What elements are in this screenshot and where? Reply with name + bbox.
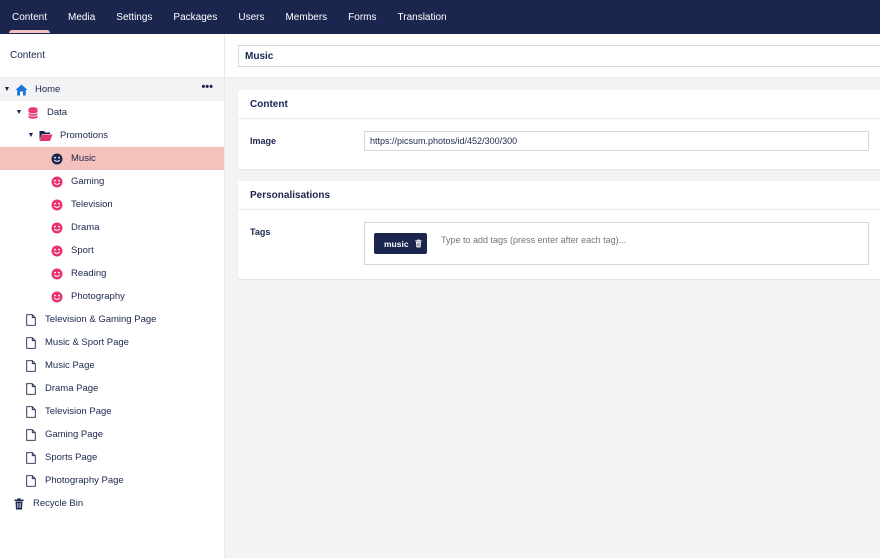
tree-node-page[interactable]: Television Page [0,400,224,423]
tree-node-page[interactable]: Music Page [0,354,224,377]
tree-node-label: Reading [71,268,107,279]
tree-node-promotions[interactable]: ▼ Promotions [0,124,224,147]
smiley-icon [49,244,65,258]
sidebar-title: Content [0,34,224,78]
image-label: Image [250,136,277,146]
caret-down-icon[interactable]: ▼ [3,86,11,93]
folder-open-icon [38,129,54,143]
caret-down-icon[interactable]: ▼ [27,132,35,139]
tag-label: music [384,238,409,249]
tree-node-label: Gaming Page [45,429,104,440]
tree-node-label: Home [35,84,61,95]
document-icon [23,405,39,419]
smiley-icon [49,198,65,212]
home-icon [13,83,29,97]
tree-node-label: Data [47,107,68,118]
nav-forms[interactable]: Forms [340,0,384,34]
tree-node-label: Photography [71,291,125,302]
tree-node-label: Music [71,153,96,164]
document-icon [23,428,39,442]
smiley-icon [49,175,65,189]
tags-input[interactable] [441,235,841,245]
tree-node-label: Music Page [45,360,95,371]
content-group: Content Image [238,90,880,169]
tree-node-television[interactable]: Television [0,193,224,216]
tree-node-label: Music & Sport Page [45,337,129,348]
nav-users[interactable]: Users [230,0,272,34]
trash-icon [11,497,27,511]
top-navigation: Content Media Settings Packages Users Me… [0,0,880,34]
tree-node-label: Gaming [71,176,105,187]
tags-editor[interactable]: music [364,222,869,265]
document-icon [23,451,39,465]
group-title: Content [238,90,880,119]
tree-node-sport[interactable]: Sport [0,239,224,262]
name-bar [225,34,880,78]
tree-node-page[interactable]: Gaming Page [0,423,224,446]
tree-node-page[interactable]: Sports Page [0,446,224,469]
tree-node-label: Promotions [60,130,109,141]
tree-node-data[interactable]: ▼ Data [0,101,224,124]
tree-node-page[interactable]: Photography Page [0,469,224,492]
document-icon [23,359,39,373]
node-name-input[interactable] [238,45,880,67]
smiley-icon [49,267,65,281]
database-icon [25,106,41,120]
tree-node-label: Recycle Bin [33,498,84,509]
tags-label: Tags [250,227,271,237]
tree-node-label: Television Page [45,406,112,417]
personalisations-group: Personalisations Tags music [238,181,880,279]
nav-members[interactable]: Members [277,0,335,34]
document-icon [23,382,39,396]
tree-node-label: Drama [71,222,100,233]
smiley-icon [49,152,65,166]
tree-node-recycle-bin[interactable]: Recycle Bin [0,492,224,515]
nav-media[interactable]: Media [60,0,103,34]
tag-chip[interactable]: music [374,233,427,254]
nav-translation[interactable]: Translation [390,0,455,34]
tree-node-page[interactable]: Music & Sport Page [0,331,224,354]
more-options-icon[interactable]: ••• [201,81,213,93]
tree-node-label: Drama Page [45,383,99,394]
tree-node-label: Television & Gaming Page [45,314,157,325]
tree-node-reading[interactable]: Reading [0,262,224,285]
tree-node-label: Sports Page [45,452,98,463]
tree-node-label: Photography Page [45,475,124,486]
document-icon [23,313,39,327]
smiley-icon [49,290,65,304]
tree-node-label: Sport [71,245,94,256]
tree-node-page[interactable]: Drama Page [0,377,224,400]
nav-content[interactable]: Content [4,0,55,34]
group-title: Personalisations [238,181,880,210]
document-icon [23,336,39,350]
content-editor: Content Image Personalisations Tags musi… [225,34,880,558]
caret-down-icon[interactable]: ▼ [15,109,23,116]
tree-node-drama[interactable]: Drama [0,216,224,239]
document-icon [23,474,39,488]
trash-icon[interactable] [414,239,422,248]
smiley-icon [49,221,65,235]
tree-node-music[interactable]: Music [0,147,224,170]
image-url-input[interactable] [364,131,869,151]
tree-node-home[interactable]: ▼ Home ••• [0,78,224,101]
tree-node-label: Television [71,199,113,210]
nav-settings[interactable]: Settings [108,0,160,34]
tree-node-gaming[interactable]: Gaming [0,170,224,193]
tree-node-photography[interactable]: Photography [0,285,224,308]
content-tree-sidebar: Content ▼ Home ••• ▼ Data ▼ Promotions M… [0,34,225,558]
tree-node-page[interactable]: Television & Gaming Page [0,308,224,331]
nav-packages[interactable]: Packages [165,0,225,34]
